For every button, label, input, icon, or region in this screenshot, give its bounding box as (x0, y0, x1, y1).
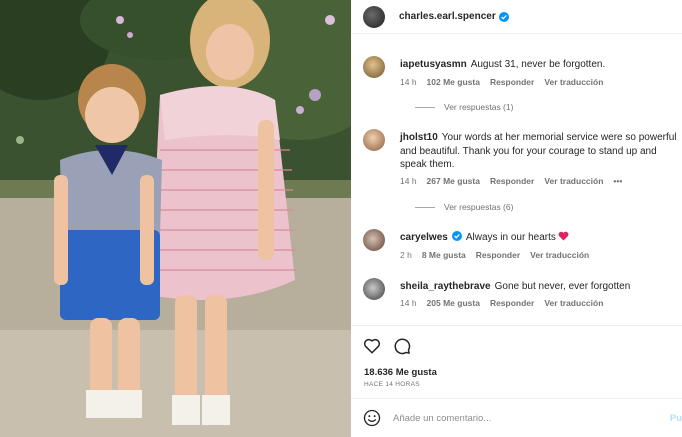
post-actions (363, 337, 411, 355)
comment-meta: 2 h 8 Me gusta Responder Ver traducción (400, 250, 589, 260)
comment-text: iapetusyasmn August 31, never be forgotte… (400, 58, 680, 72)
view-replies[interactable]: Ver respuestas (1) (415, 102, 513, 112)
comment-meta: 14 h 205 Me gusta Responder Ver traducci… (400, 298, 603, 308)
commenter-avatar[interactable] (363, 229, 385, 251)
post-photo (0, 0, 351, 437)
comment-text: caryelwes Always in our hearts (400, 231, 680, 245)
comment-content: Always in our hearts (465, 232, 556, 243)
comment-text: jholst10 Your words at her memorial servi… (400, 131, 680, 172)
comment-content: Your words at her memorial service were … (400, 132, 677, 171)
commenter-avatar[interactable] (363, 56, 385, 78)
translate-button[interactable]: Ver traducción (544, 176, 603, 186)
photo-illustration (0, 0, 351, 437)
comment-input[interactable]: Añade un comentario... (393, 413, 491, 424)
comment-bubble-icon[interactable] (393, 337, 411, 355)
reply-button[interactable]: Responder (490, 298, 534, 308)
comment-time[interactable]: 14 h (400, 77, 417, 87)
translate-button[interactable]: Ver traducción (544, 298, 603, 308)
commenter-username[interactable]: caryelwes (400, 232, 448, 243)
replies-line (415, 206, 435, 208)
comment-text: sheila_raythebrave Gone but never, ever f… (400, 280, 680, 294)
composer-divider (351, 398, 682, 399)
replies-line (415, 106, 435, 108)
commenter-username[interactable]: iapetusyasmn (400, 59, 467, 70)
emoji-smile-icon[interactable] (363, 409, 381, 427)
view-replies[interactable]: Ver respuestas (6) (415, 202, 513, 212)
comment-meta: 14 h 102 Me gusta Responder Ver traducci… (400, 77, 603, 87)
commenter-avatar[interactable] (363, 129, 385, 151)
likes-count[interactable]: 18.636 Me gusta (364, 367, 437, 378)
comment-content: August 31, never be forgotten. (470, 59, 606, 70)
translate-button[interactable]: Ver traducción (544, 77, 603, 87)
commenter-username[interactable]: jholst10 (400, 132, 438, 143)
actions-divider (351, 325, 682, 326)
commenter-avatar[interactable] (363, 278, 385, 300)
view-replies-label[interactable]: Ver respuestas (6) (444, 202, 513, 212)
post-comment-button[interactable]: Pu (670, 413, 682, 424)
comment-likes[interactable]: 267 Me gusta (427, 176, 480, 186)
reply-button[interactable]: Responder (490, 176, 534, 186)
comment-likes[interactable]: 102 Me gusta (427, 77, 480, 87)
more-options-button[interactable]: ••• (613, 176, 622, 186)
comment-time[interactable]: 14 h (400, 298, 417, 308)
comment-likes[interactable]: 205 Me gusta (427, 298, 480, 308)
heart-outline-icon[interactable] (363, 337, 381, 355)
translate-button[interactable]: Ver traducción (530, 250, 589, 260)
comment-time[interactable]: 14 h (400, 176, 417, 186)
verified-badge-icon (451, 231, 462, 241)
comment-content: Gone but never, ever forgotten (494, 281, 631, 292)
commenter-username[interactable]: sheila_raythebrave (400, 281, 491, 292)
view-replies-label[interactable]: Ver respuestas (1) (444, 102, 513, 112)
comment-time[interactable]: 2 h (400, 250, 412, 260)
red-heart-icon (558, 231, 569, 241)
comment-meta: 14 h 267 Me gusta Responder Ver traducci… (400, 176, 622, 186)
reply-button[interactable]: Responder (490, 77, 534, 87)
post-time: HACE 14 HORAS (364, 381, 420, 388)
reply-button[interactable]: Responder (476, 250, 520, 260)
comment-likes[interactable]: 8 Me gusta (422, 250, 466, 260)
comment-composer: Añade un comentario... Pu (363, 408, 682, 428)
